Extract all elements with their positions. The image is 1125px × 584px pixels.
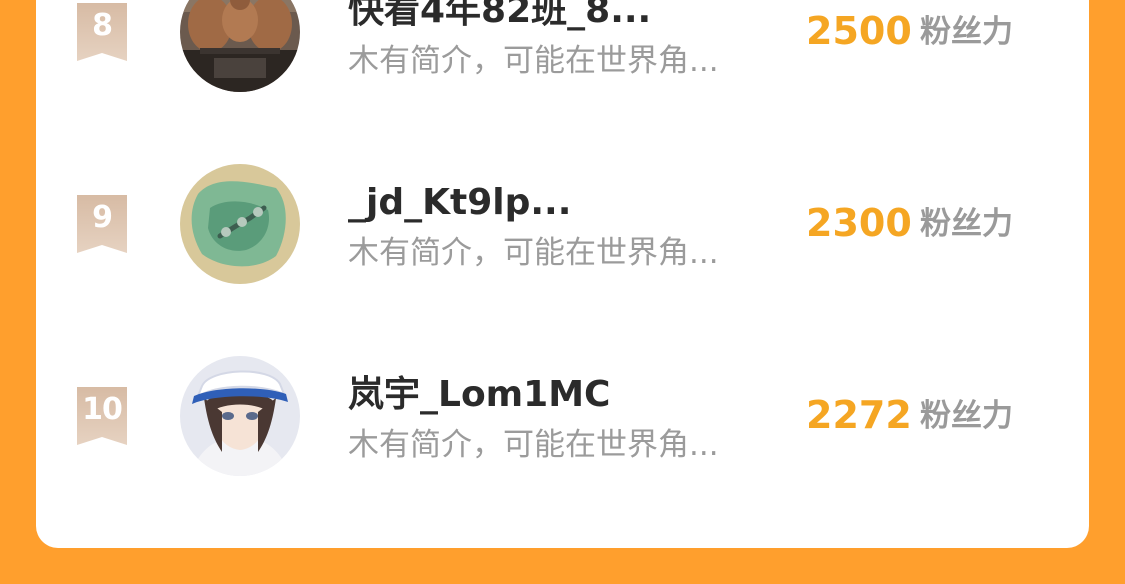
green-map-avatar-icon bbox=[180, 164, 300, 284]
fan-power-unit: 粉丝力 bbox=[920, 206, 1013, 242]
user-intro: 木有简介，可能在世界角... bbox=[348, 427, 719, 463]
rank-badge: 8 bbox=[75, 3, 129, 61]
user-name: 快看4年82班_8... bbox=[348, 0, 652, 31]
rank-badge: 9 bbox=[75, 195, 129, 253]
fan-power-score: 2300 bbox=[806, 201, 912, 245]
user-intro: 木有简介，可能在世界角... bbox=[348, 235, 719, 271]
fan-power-score: 2272 bbox=[806, 393, 912, 437]
user-name: 岚宇_Lom1MC bbox=[348, 374, 611, 415]
fan-power-unit: 粉丝力 bbox=[920, 14, 1013, 50]
bodybuilder-avatar-icon bbox=[180, 0, 300, 92]
rank-number: 9 bbox=[92, 200, 113, 235]
leaderboard-row-10[interactable]: 10 岚宇_Lom1MC 木有简介，可能在世界角... 2272 粉丝力 bbox=[36, 344, 1089, 494]
rank-number: 10 bbox=[82, 392, 123, 427]
leaderboard-row-8[interactable]: 8 快看4年82班_8... 木有简介，可能在世界角... 2500 粉丝力 bbox=[36, 0, 1089, 110]
user-name: _jd_Kt9lp... bbox=[348, 182, 572, 223]
user-intro: 木有简介，可能在世界角... bbox=[348, 43, 719, 79]
user-avatar[interactable] bbox=[180, 164, 300, 284]
anime-boy-cap-avatar-icon bbox=[180, 356, 300, 476]
fan-power-score: 2500 bbox=[806, 9, 912, 53]
leaderboard-panel: 8 快看4年82班_8... 木有简介，可能在世界角... 2500 粉丝力 9… bbox=[36, 0, 1089, 548]
user-avatar[interactable] bbox=[180, 356, 300, 476]
fan-power-unit: 粉丝力 bbox=[920, 398, 1013, 434]
user-avatar[interactable] bbox=[180, 0, 300, 92]
leaderboard-row-9[interactable]: 9 _jd_Kt9lp... 木有简介，可能在世界角... 2300 粉丝力 bbox=[36, 152, 1089, 302]
rank-number: 8 bbox=[92, 8, 113, 43]
rank-badge: 10 bbox=[75, 387, 129, 445]
